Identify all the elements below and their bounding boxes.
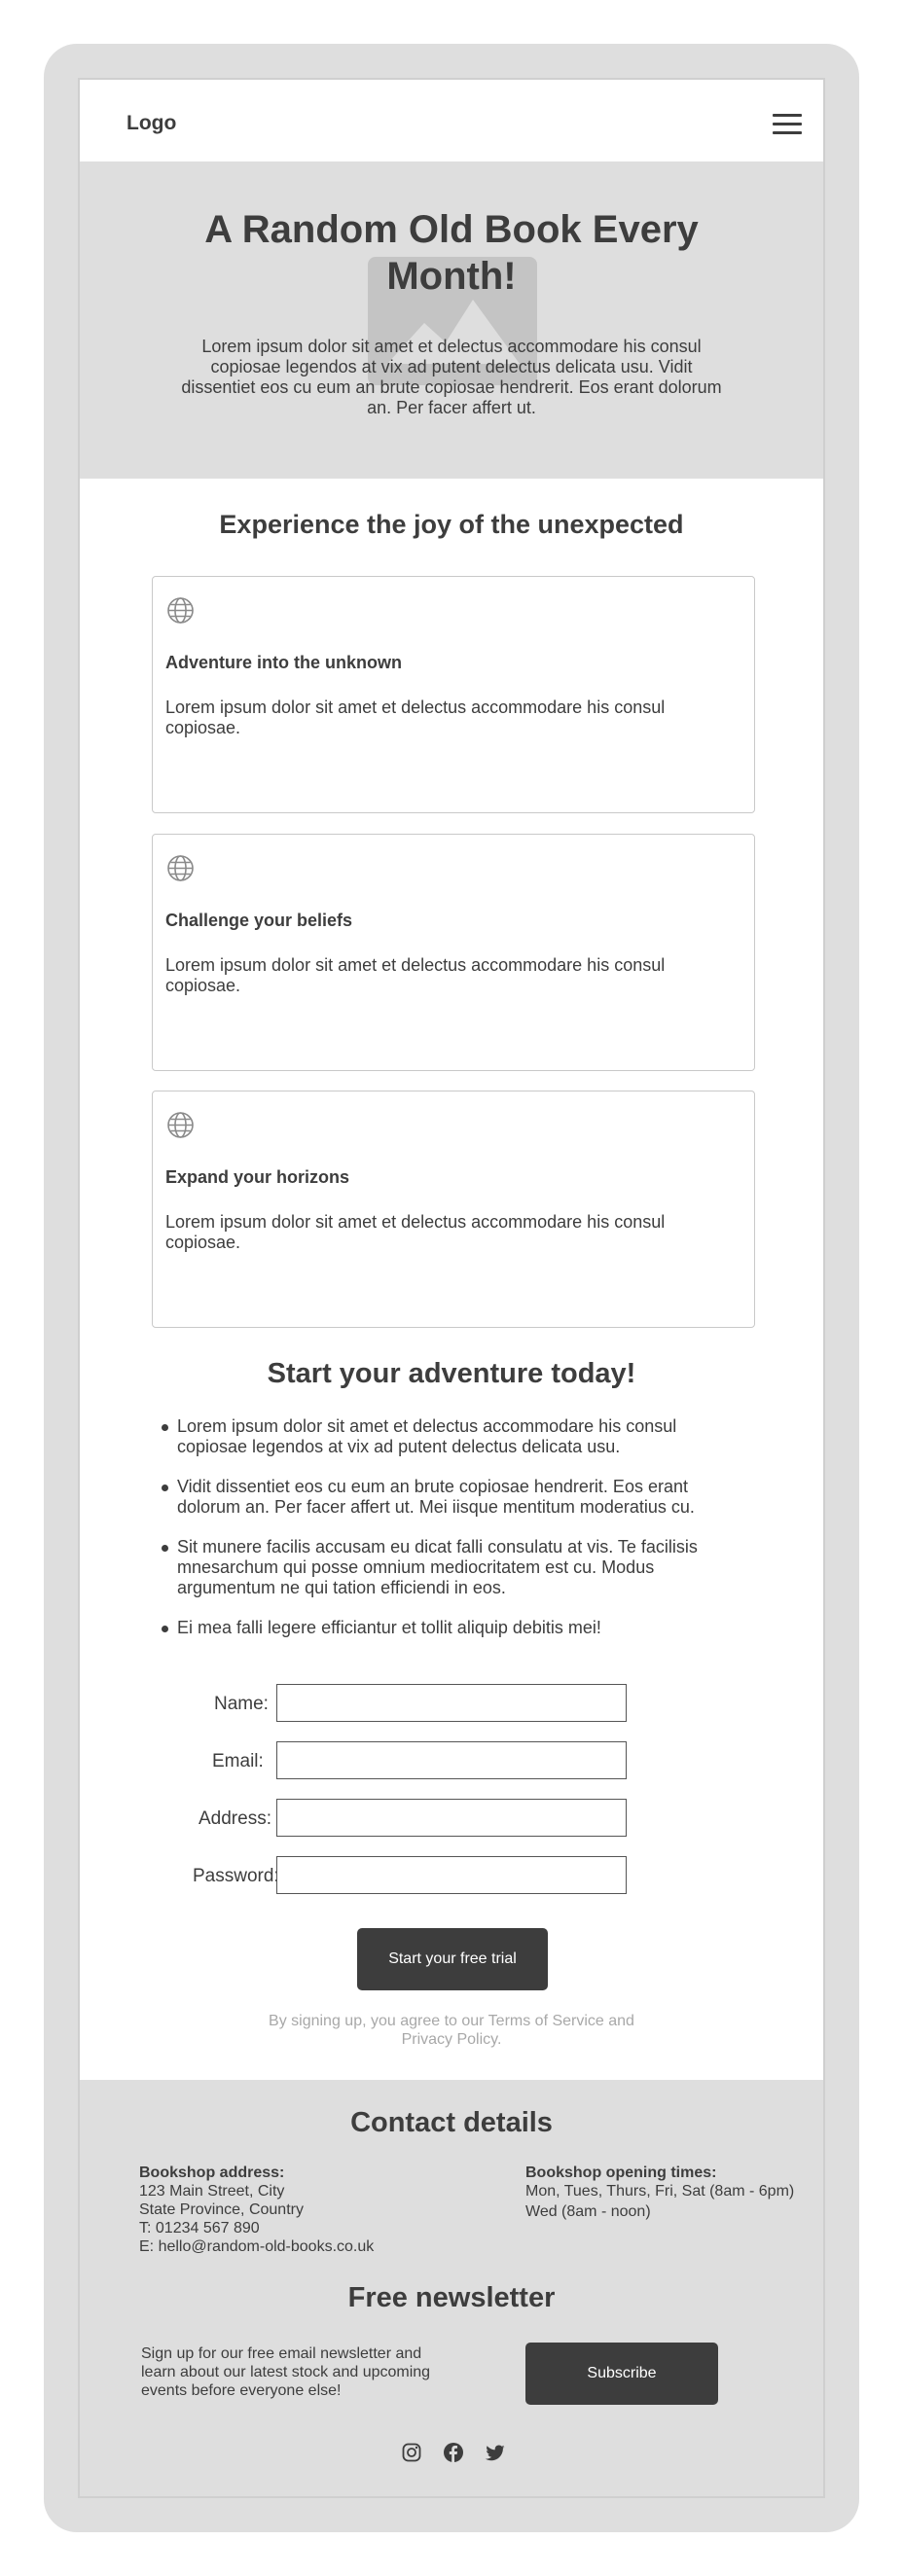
site-footer: Contact details Bookshop address: 123 Ma… <box>80 2080 823 2496</box>
instagram-icon[interactable] <box>401 2442 422 2463</box>
hours-line: Mon, Tues, Thurs, Fri, Sat (8am - 6pm) <box>525 2183 795 2200</box>
feature-card: Expand your horizons Lorem ipsum dolor s… <box>152 1091 755 1328</box>
features-title: Experience the joy of the unexpected <box>219 510 684 539</box>
address-heading: Bookshop address: <box>139 2165 285 2181</box>
hamburger-menu-icon[interactable] <box>773 114 802 135</box>
globe-icon <box>167 1112 194 1138</box>
shop-address-block: Bookshop address: 123 Main Street, City … <box>139 2164 374 2256</box>
feature-card-text: Lorem ipsum dolor sit amet et delectus a… <box>165 1212 666 1252</box>
phone-number: T: 01234 567 890 <box>139 2220 260 2236</box>
name-label: Name: <box>214 1694 269 1714</box>
feature-card: Challenge your beliefs Lorem ipsum dolor… <box>152 834 755 1071</box>
feature-card-title: Expand your horizons <box>165 1167 350 1187</box>
globe-icon <box>167 597 194 624</box>
contact-title: Contact details <box>350 2107 553 2138</box>
feature-card: Adventure into the unknown Lorem ipsum d… <box>152 576 755 813</box>
password-label: Password: <box>193 1866 279 1886</box>
hero-text: Lorem ipsum dolor sit amet et delectus a… <box>181 337 722 417</box>
logo[interactable]: Logo <box>126 112 176 135</box>
globe-icon <box>167 855 194 881</box>
name-field[interactable] <box>276 1684 627 1722</box>
hours-line: Wed (8am - noon) <box>525 2203 651 2220</box>
address-line: 123 Main Street, City <box>139 2183 285 2200</box>
twitter-icon[interactable] <box>485 2442 506 2463</box>
hero-section: A Random Old Book Every Month! Lorem ips… <box>80 161 823 479</box>
email-label: Email: <box>212 1751 264 1771</box>
newsletter-title: Free newsletter <box>347 2282 556 2313</box>
terms-notice: By signing up, you agree to our Terms of… <box>269 2013 634 2048</box>
list-item: Sit munere facilis accusam eu dicat fall… <box>162 1537 745 1598</box>
feature-card-title: Challenge your beliefs <box>165 911 353 930</box>
list-item: Vidit dissentiet eos cu eum an brute cop… <box>162 1477 745 1518</box>
feature-card-text: Lorem ipsum dolor sit amet et delectus a… <box>165 698 666 737</box>
start-free-trial-button[interactable]: Start your free trial <box>357 1928 548 1990</box>
password-field[interactable] <box>276 1856 627 1894</box>
subscribe-button[interactable]: Subscribe <box>525 2343 718 2405</box>
hours-heading: Bookshop opening times: <box>525 2165 717 2181</box>
address-field[interactable] <box>276 1799 627 1837</box>
list-item: Ei mea falli legere efficiantur et tolli… <box>162 1618 745 1638</box>
list-item: Lorem ipsum dolor sit amet et delectus a… <box>162 1416 745 1457</box>
feature-card-title: Adventure into the unknown <box>165 653 402 672</box>
phone-screen: Logo A Random Old Book Every Month! Lore… <box>78 78 825 2498</box>
facebook-icon[interactable] <box>443 2442 464 2463</box>
address-label: Address: <box>199 1808 271 1829</box>
address-line: State Province, Country <box>139 2201 304 2218</box>
adventure-title: Start your adventure today! <box>267 1358 636 1389</box>
site-header: Logo <box>80 80 823 161</box>
feature-card-text: Lorem ipsum dolor sit amet et delectus a… <box>165 955 666 995</box>
opening-times-block: Bookshop opening times: Mon, Tues, Thurs… <box>525 2164 794 2221</box>
hero-title: A Random Old Book Every Month! <box>204 208 699 298</box>
device-frame: Logo A Random Old Book Every Month! Lore… <box>44 44 859 2532</box>
contact-email[interactable]: E: hello@random-old-books.co.uk <box>139 2237 374 2256</box>
newsletter-text: Sign up for our free email newsletter an… <box>141 2345 431 2399</box>
adventure-list: Lorem ipsum dolor sit amet et delectus a… <box>162 1416 745 1658</box>
email-field[interactable] <box>276 1741 627 1779</box>
